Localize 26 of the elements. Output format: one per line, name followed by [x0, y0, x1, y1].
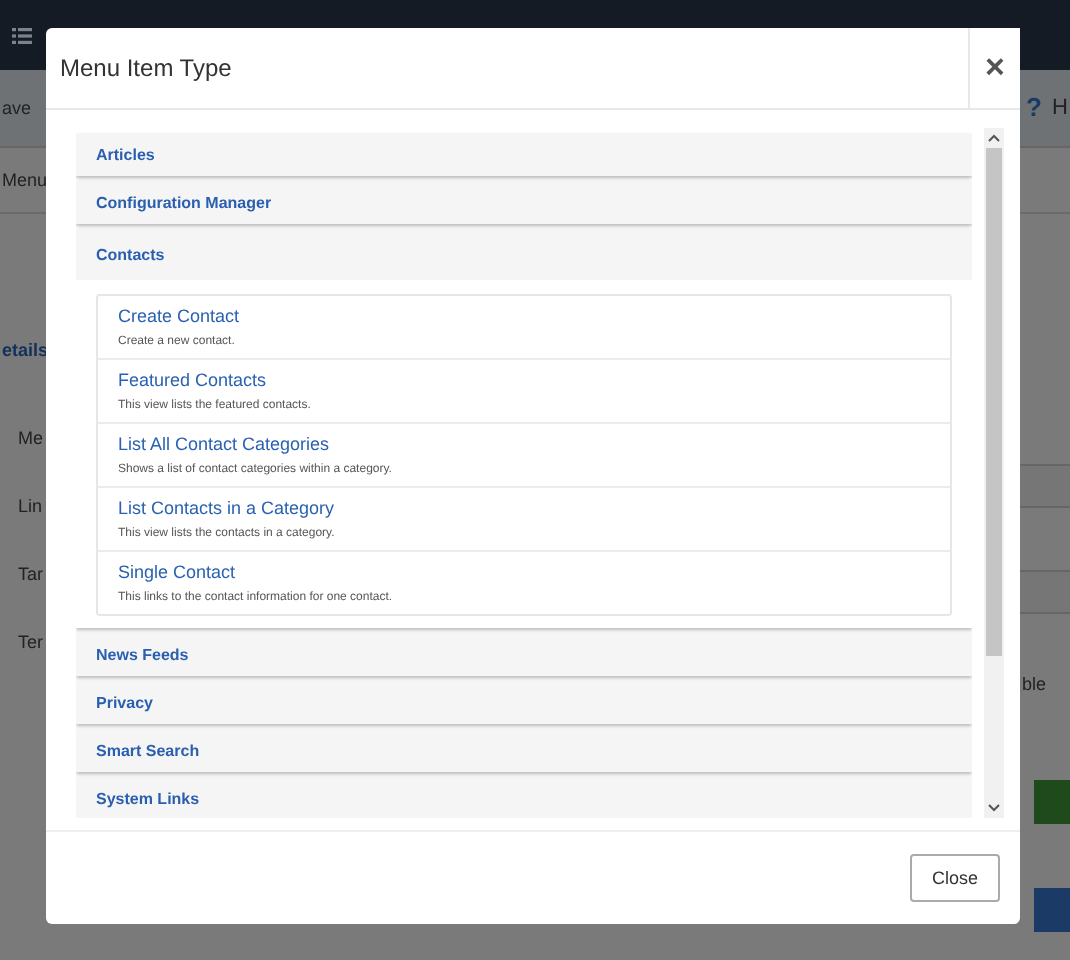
accordion-header[interactable]: Privacy	[76, 682, 972, 724]
menu-icon[interactable]	[12, 27, 32, 43]
field-label: Ter	[18, 632, 44, 656]
field-label: Lin	[18, 496, 44, 520]
item-link[interactable]: List All Contact Categories	[118, 434, 930, 454]
help-button[interactable]: H	[1052, 96, 1068, 120]
accordion-header[interactable]: System Links	[76, 778, 972, 818]
accordion-header[interactable]: News Feeds	[76, 634, 972, 676]
accordion-header[interactable]: Smart Search	[76, 730, 972, 772]
item-link[interactable]: Create Contact	[118, 306, 930, 326]
scrollbar[interactable]	[984, 128, 1004, 818]
save-button[interactable]: ave	[2, 98, 32, 118]
tab[interactable]: Menu	[2, 170, 48, 190]
accordion-header[interactable]: Configuration Manager	[76, 182, 972, 224]
item-link[interactable]: Featured Contacts	[118, 370, 930, 390]
accordion-header[interactable]: Articles	[76, 134, 972, 176]
field-label: Tar	[18, 564, 44, 588]
field-label: Me	[18, 428, 44, 452]
accordion-header[interactable]: Contacts	[76, 230, 972, 280]
item-link[interactable]: Single Contact	[118, 562, 930, 582]
tab[interactable]: etails	[2, 340, 49, 360]
close-button[interactable]: ×	[968, 28, 1020, 108]
close-button[interactable]: Close	[909, 854, 1000, 902]
window-title: Menu Item Type	[60, 54, 232, 82]
field-label: ble	[1022, 674, 1047, 694]
item-link[interactable]: List Contacts in a Category	[118, 498, 930, 518]
